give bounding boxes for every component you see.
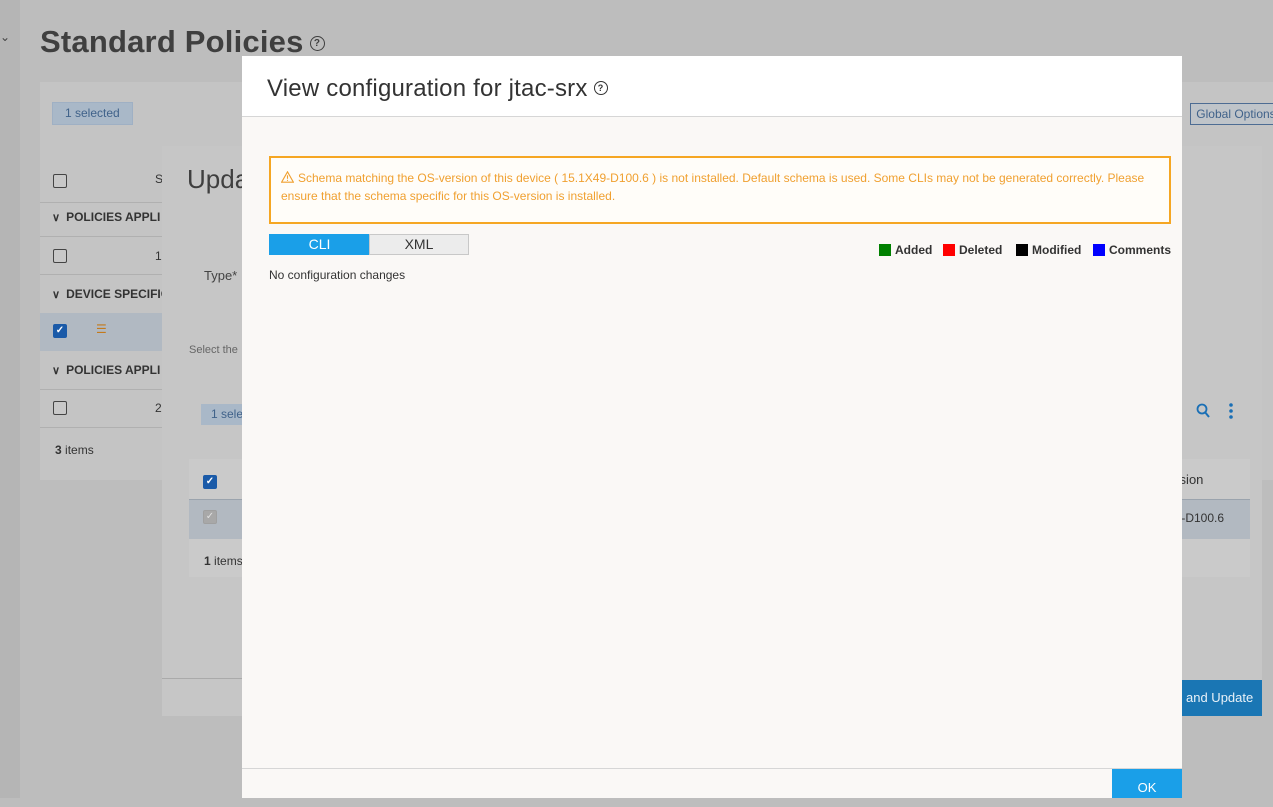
- nav-chevron-icon[interactable]: ⌄: [0, 30, 10, 44]
- row-checkbox-disabled: ✓: [203, 510, 217, 524]
- modal-header: View configuration for jtac-srx?: [242, 56, 1182, 117]
- help-icon[interactable]: ?: [309, 36, 325, 52]
- modal-title: View configuration for jtac-srx?: [267, 75, 608, 103]
- deleted-swatch: [943, 244, 955, 256]
- group-header[interactable]: ∨ POLICIES APPLI: [52, 363, 160, 377]
- select-instruction: Select the: [189, 344, 238, 356]
- items-count-number: 3: [55, 443, 62, 457]
- more-options-icon[interactable]: [1228, 403, 1234, 424]
- row-value: 1: [155, 249, 162, 263]
- items-count-number: 1: [204, 554, 211, 568]
- global-options-button[interactable]: Global Options: [1190, 103, 1273, 125]
- select-all-checkbox[interactable]: [53, 174, 67, 188]
- configuration-content: No configuration changes: [269, 268, 406, 282]
- chevron-down-icon: ∨: [52, 289, 61, 301]
- warning-text: Schema matching the OS-version of this d…: [281, 171, 1145, 203]
- comments-swatch: [1093, 244, 1105, 256]
- left-nav-strip: [0, 0, 20, 798]
- apply-button-label: and Update: [1186, 690, 1254, 705]
- row-checkbox-checked[interactable]: ✓: [53, 324, 67, 338]
- tab-cli[interactable]: CLI: [269, 234, 370, 255]
- selected-count-chip: 1 selected: [52, 102, 133, 125]
- divider: [40, 274, 162, 275]
- warning-message: Schema matching the OS-version of this d…: [280, 169, 1161, 205]
- legend-modified: Modified: [1016, 243, 1081, 257]
- group-header[interactable]: ∨ DEVICE SPECIFIC: [52, 287, 169, 301]
- legend-deleted: Deleted: [943, 243, 1002, 257]
- divider: [40, 236, 162, 237]
- legend-label: Modified: [1032, 243, 1082, 257]
- row-checkbox[interactable]: [53, 249, 67, 263]
- divider: [40, 427, 162, 428]
- update-modal-title: Upda: [187, 164, 250, 194]
- page-title: Standard Policies?: [40, 24, 325, 60]
- legend-label: Comments: [1109, 243, 1172, 257]
- tab-xml[interactable]: XML: [369, 234, 469, 255]
- row-checkbox[interactable]: [53, 401, 67, 415]
- apply-and-update-button[interactable]: and Update: [1168, 680, 1262, 716]
- modified-swatch: [1016, 244, 1028, 256]
- schema-warning-banner: Schema matching the OS-version of this d…: [269, 156, 1171, 224]
- help-icon[interactable]: ?: [593, 80, 608, 95]
- search-icon[interactable]: [1196, 403, 1210, 424]
- format-tabs: CLI XML: [269, 234, 469, 255]
- page-title-text: Standard Policies: [40, 24, 304, 59]
- ok-button[interactable]: OK: [1112, 769, 1182, 798]
- modal-title-text: View configuration for jtac-srx: [267, 75, 588, 102]
- select-all-checkbox[interactable]: ✓: [203, 475, 217, 489]
- group-label: DEVICE SPECIFIC: [66, 287, 170, 301]
- group-header[interactable]: ∨ POLICIES APPLI: [52, 210, 160, 224]
- chevron-down-icon: ∨: [52, 365, 61, 377]
- modal-footer-divider: [242, 768, 1182, 769]
- divider: [40, 389, 162, 390]
- items-count-label: items: [65, 443, 94, 457]
- legend-added: Added: [879, 243, 932, 257]
- type-label: Type*: [204, 268, 238, 283]
- policy-icon: ☰: [96, 322, 107, 336]
- group-label: POLICIES APPLI: [66, 210, 161, 224]
- legend-label: Deleted: [959, 243, 1003, 257]
- added-swatch: [879, 244, 891, 256]
- row-value: 2: [155, 401, 162, 415]
- legend-label: Added: [895, 243, 933, 257]
- items-count: 3 items: [55, 443, 94, 457]
- warning-triangle-icon: [280, 169, 295, 187]
- group-label: POLICIES APPLI: [66, 363, 161, 377]
- legend-comments: Comments: [1093, 243, 1171, 257]
- items-count-label: items: [214, 554, 243, 568]
- divider: [40, 202, 162, 203]
- chevron-down-icon: ∨: [52, 212, 61, 224]
- divider: [162, 678, 242, 679]
- items-count: 1 items: [204, 554, 243, 568]
- view-configuration-modal: View configuration for jtac-srx? Schema …: [242, 56, 1182, 798]
